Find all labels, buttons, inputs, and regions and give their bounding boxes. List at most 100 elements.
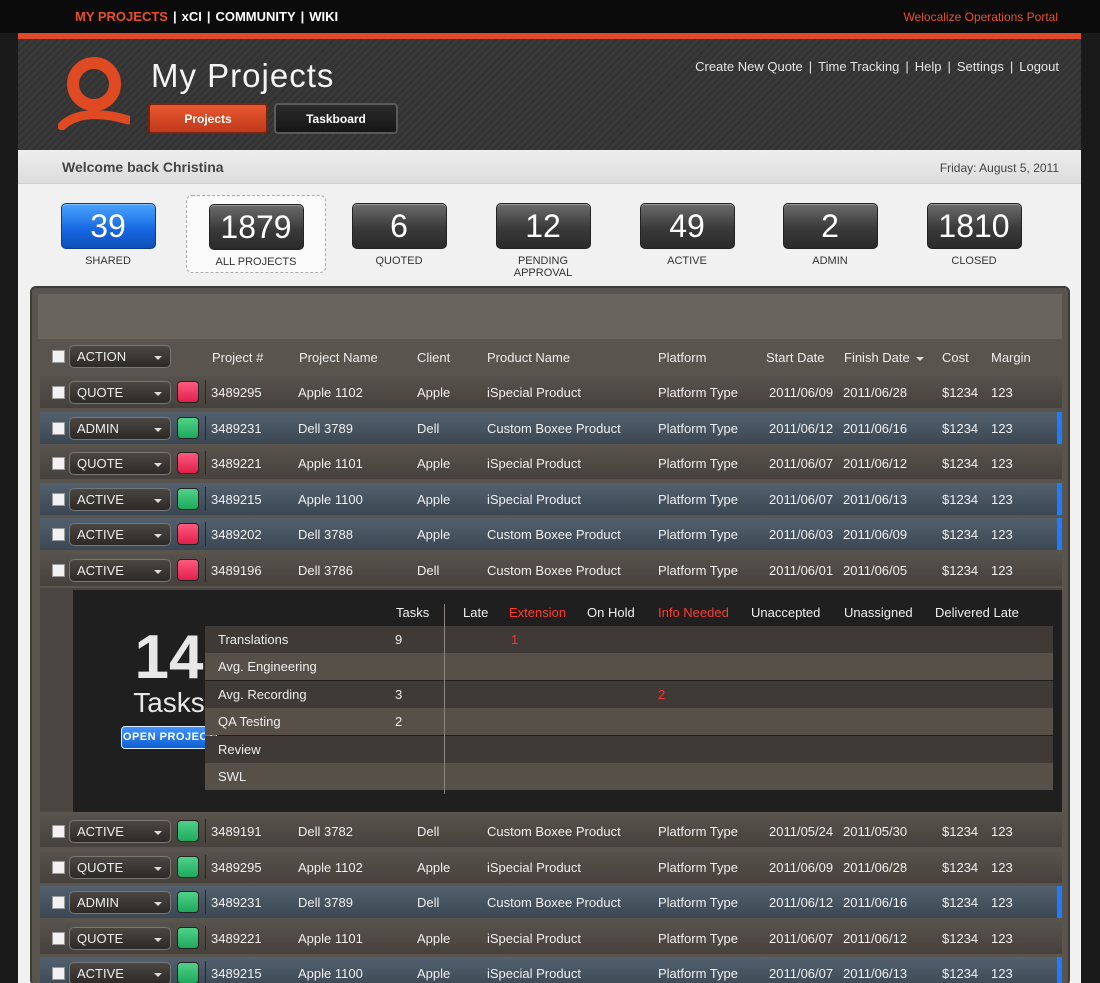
logout-link[interactable]: Logout bbox=[1019, 59, 1059, 74]
row-divider bbox=[205, 925, 206, 950]
cell-cost: $1234 bbox=[942, 562, 979, 578]
settings-link[interactable]: Settings bbox=[957, 59, 1004, 74]
column-header-margin[interactable]: Margin bbox=[991, 350, 1031, 365]
task-row[interactable]: Avg. Engineering bbox=[205, 653, 1053, 680]
row-checkbox[interactable] bbox=[52, 896, 65, 909]
stat-admin[interactable]: 2 ADMIN bbox=[775, 203, 885, 267]
tab-projects[interactable]: Projects bbox=[148, 103, 268, 134]
stat-active[interactable]: 49 ACTIVE bbox=[632, 203, 742, 267]
row-checkbox[interactable] bbox=[52, 860, 65, 874]
row-checkbox[interactable] bbox=[52, 967, 65, 980]
task-name: SWL bbox=[218, 769, 247, 784]
table-row[interactable]: ACTIVE 3489215 Apple 1100 Apple iSpecial Pro… bbox=[40, 482, 1062, 515]
cell-name: Apple 1102 bbox=[298, 385, 363, 400]
status-dropdown[interactable]: QUOTE bbox=[69, 855, 171, 879]
table-row[interactable]: QUOTE 3489295 Apple 1102 Apple iSpecial Prod… bbox=[40, 376, 1062, 408]
create-new-quote-link[interactable]: Create New Quote bbox=[695, 59, 803, 74]
stat-quoted[interactable]: 6 QUOTED bbox=[344, 203, 454, 267]
column-header-project-number[interactable]: Project # bbox=[212, 350, 263, 365]
stat-value: 39 bbox=[60, 203, 156, 249]
table-row[interactable]: QUOTE 3489221 Apple 1101 Apple iSpecial Prod… bbox=[40, 921, 1062, 954]
column-header-start-date[interactable]: Start Date bbox=[766, 350, 825, 365]
row-checkbox[interactable] bbox=[52, 528, 65, 541]
nav-my-projects[interactable]: MY PROJECTS bbox=[75, 9, 168, 24]
table-row[interactable]: ADMIN 3489231 Dell 3789 Dell Custom Boxee Pr… bbox=[40, 886, 1062, 918]
status-dropdown[interactable]: ADMIN bbox=[69, 416, 171, 440]
table-row[interactable]: QUOTE 3489221 Apple 1101 Apple iSpecial Prod… bbox=[40, 447, 1062, 479]
column-header-client[interactable]: Client bbox=[417, 350, 450, 365]
table-row[interactable]: QUOTE 3489295 Apple 1102 Apple iSpecial Prod… bbox=[40, 850, 1062, 883]
status-dropdown[interactable]: ACTIVE bbox=[69, 523, 171, 546]
task-flag-value: 2 bbox=[658, 687, 666, 702]
column-header-finish-date[interactable]: Finish Date bbox=[844, 350, 925, 365]
stat-label: ACTIVE bbox=[667, 255, 707, 267]
status-dropdown-label: ACTIVE bbox=[77, 491, 124, 507]
cell-product: Custom Boxee Product bbox=[487, 527, 621, 542]
row-checkbox[interactable] bbox=[52, 563, 65, 577]
stat-value: 6 bbox=[351, 203, 447, 249]
help-link[interactable]: Help bbox=[915, 59, 942, 74]
nav-xci[interactable]: xCI bbox=[182, 9, 202, 24]
open-project-button[interactable]: OPEN PROJECT bbox=[121, 726, 217, 749]
table-row[interactable]: ADMIN 3489231 Dell 3789 Dell Custom Boxee Pr… bbox=[40, 411, 1062, 444]
status-dropdown-label: QUOTE bbox=[77, 385, 124, 400]
row-checkbox[interactable] bbox=[52, 931, 65, 945]
column-header-product-name[interactable]: Product Name bbox=[487, 350, 570, 365]
cell-start: 2011/06/07 bbox=[769, 456, 834, 471]
table-row[interactable]: ACTIVE 3489215 Apple 1100 Apple iSpecial Pro… bbox=[40, 957, 1062, 983]
table-row[interactable]: ACTIVE 3489202 Dell 3788 Apple Custom Boxee … bbox=[40, 518, 1062, 550]
cell-finish: 2011/06/28 bbox=[843, 385, 908, 400]
row-checkbox[interactable] bbox=[52, 421, 65, 435]
stat-pending-approval[interactable]: 12 PENDING APPROVAL bbox=[488, 203, 598, 279]
task-row[interactable]: SWL bbox=[205, 763, 1053, 790]
task-count-value: 3 bbox=[395, 687, 403, 702]
stat-closed[interactable]: 1810 CLOSED bbox=[919, 203, 1029, 267]
cell-name: Apple 1101 bbox=[298, 456, 363, 471]
status-dropdown[interactable]: ACTIVE bbox=[69, 487, 171, 511]
cell-num: 3489196 bbox=[211, 562, 262, 578]
cell-product: Custom Boxee Product bbox=[487, 420, 621, 436]
row-checkbox[interactable] bbox=[52, 492, 65, 506]
table-row[interactable]: ACTIVE 3489196 Dell 3786 Dell Custom Boxee P… bbox=[40, 553, 1062, 586]
row-checkbox[interactable] bbox=[52, 825, 65, 838]
row-checkbox[interactable] bbox=[52, 457, 65, 470]
row-checkbox[interactable] bbox=[52, 386, 65, 399]
user-navigation: Create New Quote | Time Tracking | Help | Sett… bbox=[695, 59, 1059, 74]
tab-taskboard[interactable]: Taskboard bbox=[274, 103, 398, 134]
row-highlight-marker bbox=[1057, 482, 1062, 515]
time-tracking-link[interactable]: Time Tracking bbox=[818, 59, 899, 74]
action-dropdown[interactable]: ACTION bbox=[69, 345, 171, 368]
select-all-checkbox[interactable] bbox=[52, 350, 65, 363]
chevron-down-icon bbox=[154, 534, 162, 538]
task-name: Avg. Recording bbox=[218, 687, 307, 702]
task-row[interactable]: Avg. Recording 3 2 bbox=[205, 681, 1053, 708]
stat-all-projects[interactable]: 1879 ALL PROJECTS bbox=[186, 195, 326, 273]
chevron-down-icon bbox=[154, 498, 162, 503]
column-header-project-name[interactable]: Project Name bbox=[299, 350, 378, 365]
status-dropdown[interactable]: QUOTE bbox=[69, 381, 171, 404]
task-name: QA Testing bbox=[218, 714, 281, 729]
column-header-cost[interactable]: Cost bbox=[942, 350, 969, 365]
nav-wiki[interactable]: WIKI bbox=[309, 9, 338, 24]
cell-name: Dell 3789 bbox=[298, 895, 353, 910]
status-dropdown[interactable]: ACTIVE bbox=[69, 820, 171, 843]
nav-community[interactable]: COMMUNITY bbox=[215, 9, 295, 24]
stat-label: ALL PROJECTS bbox=[215, 256, 297, 268]
cell-start: 2011/06/09 bbox=[769, 385, 834, 400]
status-dropdown[interactable]: ADMIN bbox=[69, 891, 171, 914]
cell-product: iSpecial Product bbox=[487, 491, 581, 507]
cell-num: 3489215 bbox=[211, 491, 262, 507]
status-dropdown[interactable]: QUOTE bbox=[69, 452, 171, 475]
cell-finish: 2011/06/12 bbox=[843, 930, 908, 946]
task-row[interactable]: Translations 9 1 bbox=[205, 626, 1053, 653]
cell-name: Apple 1100 bbox=[298, 491, 363, 507]
task-row[interactable]: QA Testing 2 bbox=[205, 708, 1053, 735]
table-row[interactable]: ACTIVE 3489191 Dell 3782 Dell Custom Boxee P… bbox=[40, 815, 1062, 847]
project-detail-expanded: 14 Tasks OPEN PROJECT Tasks Late Extensi… bbox=[40, 588, 1062, 812]
status-dropdown[interactable]: QUOTE bbox=[69, 926, 171, 950]
stat-shared[interactable]: 39 SHARED bbox=[53, 203, 163, 267]
column-header-platform[interactable]: Platform bbox=[658, 350, 706, 365]
status-dropdown[interactable]: ACTIVE bbox=[69, 962, 171, 983]
status-dropdown[interactable]: ACTIVE bbox=[69, 558, 171, 582]
task-row[interactable]: Review bbox=[205, 736, 1053, 763]
